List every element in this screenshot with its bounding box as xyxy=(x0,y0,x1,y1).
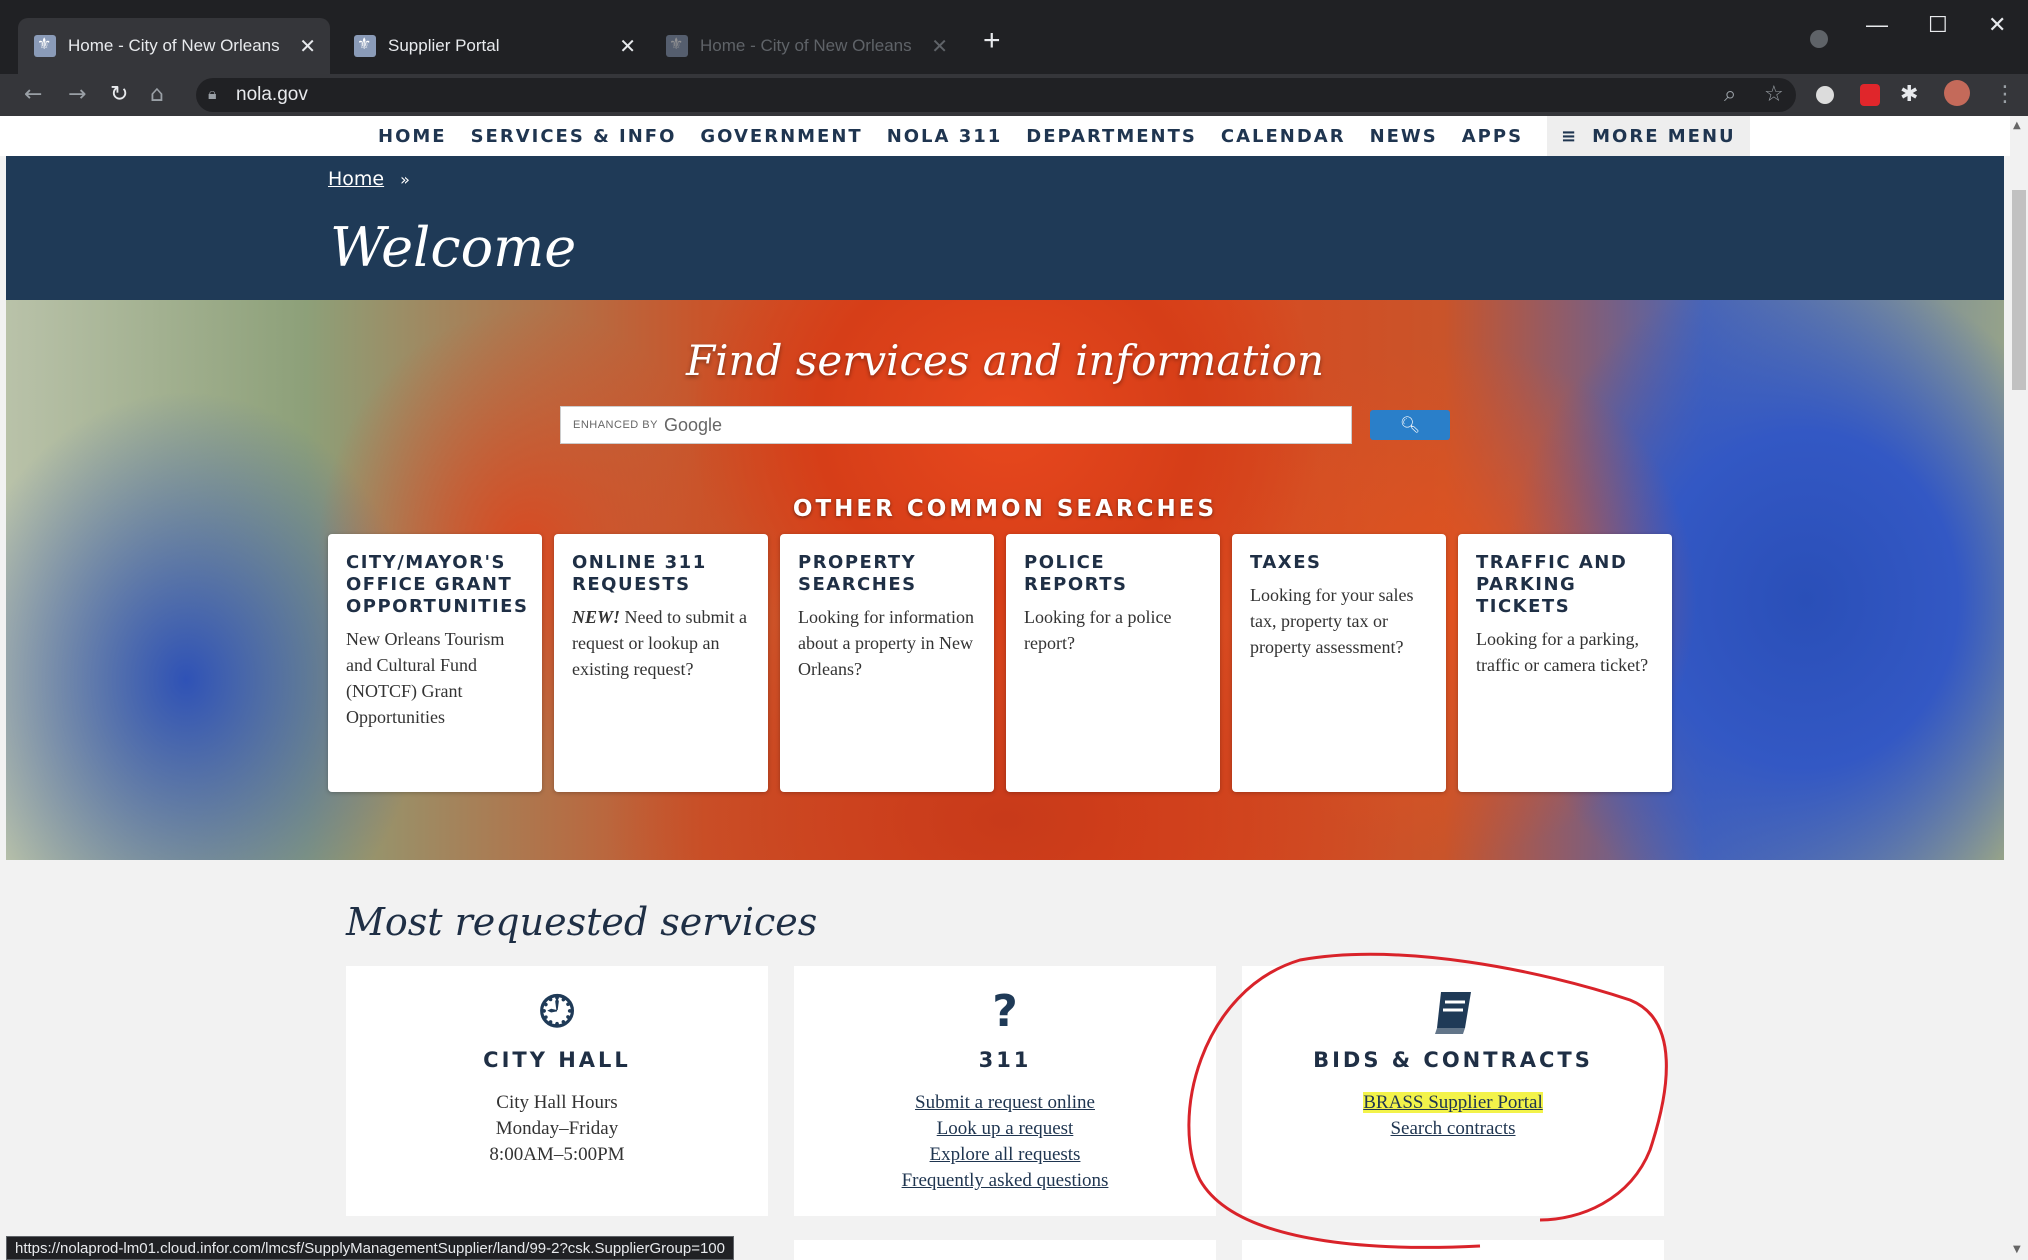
nav-departments[interactable]: DEPARTMENTS xyxy=(1026,126,1197,147)
nola-favicon-icon xyxy=(666,34,688,57)
tab-supplier-portal[interactable]: Supplier Portal ✕ xyxy=(338,18,650,74)
acrobat-extension-icon[interactable] xyxy=(1860,84,1880,106)
more-menu-button[interactable]: ≡ MORE MENU xyxy=(1547,116,1750,156)
status-url: https://nolaprod-lm01.cloud.infor.com/lm… xyxy=(6,1236,734,1260)
tab-home[interactable]: Home - City of New Orleans ✕ xyxy=(18,18,330,74)
nola-favicon-icon xyxy=(34,34,56,57)
minimize-icon[interactable]: — xyxy=(1866,12,1888,38)
card-taxes[interactable]: TAXES Looking for your sales tax, proper… xyxy=(1232,534,1446,792)
card-online-311[interactable]: ONLINE 311 REQUESTS NEW! Need to submit … xyxy=(554,534,768,792)
scroll-down-icon[interactable]: ▼ xyxy=(2013,1244,2021,1255)
avatar[interactable] xyxy=(1944,80,1970,106)
card-text: Looking for a police report? xyxy=(1024,607,1172,653)
window-close-icon[interactable]: ✕ xyxy=(1988,12,2006,38)
nola-favicon-icon xyxy=(354,34,376,57)
tab-title: Supplier Portal xyxy=(388,36,500,55)
card-text: Looking for information about a property… xyxy=(798,607,974,679)
annotation-circle xyxy=(1187,952,1668,1249)
back-icon[interactable]: ← xyxy=(24,82,42,107)
tab-title: Home - City of New Orleans xyxy=(68,36,280,55)
service-line: 8:00AM–5:00PM xyxy=(489,1144,625,1165)
nav-government[interactable]: GOVERNMENT xyxy=(700,126,862,147)
card-title: PROPERTY SEARCHES xyxy=(798,552,917,595)
breadcrumb-home-link[interactable]: Home xyxy=(328,168,384,190)
hamburger-icon: ≡ xyxy=(1561,125,1579,147)
tab-home-2[interactable]: Home - City of New Orleans ✕ xyxy=(650,18,962,74)
service-card-city-hall: 🕘︎ CITY HALL City Hall Hours Monday–Frid… xyxy=(346,966,768,1216)
search-button[interactable]: 🔍︎ xyxy=(1370,410,1450,440)
page-title: Welcome xyxy=(330,216,577,279)
page-header xyxy=(6,156,2004,300)
site-nav: HOME SERVICES & INFO GOVERNMENT NOLA 311… xyxy=(0,116,2010,156)
service-card-311: ? 311 Submit a request online Look up a … xyxy=(794,966,1216,1216)
extension-circle-icon[interactable] xyxy=(1816,86,1834,104)
omnibox[interactable] xyxy=(196,78,1796,112)
scroll-up-icon[interactable]: ▲ xyxy=(2013,120,2021,131)
card-property-searches[interactable]: PROPERTY SEARCHES Looking for informatio… xyxy=(780,534,994,792)
card-traffic-tickets[interactable]: TRAFFIC AND PARKING TICKETS Looking for … xyxy=(1458,534,1672,792)
card-title: TAXES xyxy=(1250,552,1322,573)
nav-nola311[interactable]: NOLA 311 xyxy=(887,126,1003,147)
most-requested-title: Most requested services xyxy=(346,900,818,944)
hero-title: Find services and information xyxy=(685,336,1325,385)
breadcrumb-separator: » xyxy=(400,170,410,189)
close-icon[interactable]: ✕ xyxy=(299,34,316,59)
card-title: POLICE REPORTS xyxy=(1024,552,1128,595)
service-title: CITY HALL xyxy=(483,1048,631,1072)
card-title: ONLINE 311 REQUESTS xyxy=(572,552,707,595)
url-text[interactable]: nola.gov xyxy=(236,84,308,106)
new-badge: NEW! xyxy=(572,607,621,627)
submit-request-link[interactable]: Submit a request online xyxy=(794,1090,1216,1116)
nav-news[interactable]: NEWS xyxy=(1370,126,1438,147)
tab-title: Home - City of New Orleans xyxy=(700,36,912,55)
browser-tab-bar: Home - City of New Orleans ✕ Supplier Po… xyxy=(0,0,2028,74)
card-text: Looking for your sales tax, property tax… xyxy=(1250,585,1414,657)
service-line: Monday–Friday xyxy=(495,1118,619,1139)
reload-icon[interactable]: ↻ xyxy=(110,82,128,107)
explore-requests-link[interactable]: Explore all requests xyxy=(794,1142,1216,1168)
card-grant-opportunities[interactable]: CITY/MAYOR'S OFFICE GRANT OPPORTUNITIES … xyxy=(328,534,542,792)
card-title: TRAFFIC AND PARKING TICKETS xyxy=(1476,552,1628,617)
service-title: 311 xyxy=(978,1048,1032,1072)
browser-menu-icon[interactable]: ⋮ xyxy=(1994,82,2016,107)
nav-apps[interactable]: APPS xyxy=(1462,126,1523,147)
question-icon: ? xyxy=(992,986,1018,1037)
new-tab-icon[interactable]: + xyxy=(983,24,1001,58)
nav-home[interactable]: HOME xyxy=(378,126,447,147)
lock-icon: 🔒︎ xyxy=(208,84,217,103)
maximize-icon[interactable]: ☐ xyxy=(1928,12,1948,38)
home-icon[interactable]: ⌂ xyxy=(150,82,164,107)
card-title: CITY/MAYOR'S OFFICE GRANT OPPORTUNITIES xyxy=(346,552,529,617)
lookup-request-link[interactable]: Look up a request xyxy=(794,1116,1216,1142)
more-menu-label: MORE MENU xyxy=(1592,125,1736,147)
card-text: NEW! Need to submit a request or lookup … xyxy=(572,607,747,679)
other-searches-title: OTHER COMMON SEARCHES xyxy=(792,496,1218,522)
service-line: City Hall Hours xyxy=(496,1092,618,1113)
search-icon: 🔍︎ xyxy=(1399,415,1421,434)
search-brand-label: Google xyxy=(663,414,723,435)
card-police-reports[interactable]: POLICE REPORTS Looking for a police repo… xyxy=(1006,534,1220,792)
card-text: New Orleans Tourism and Cultural Fund (N… xyxy=(346,629,505,727)
nav-calendar[interactable]: CALENDAR xyxy=(1221,126,1346,147)
profile-dot-icon[interactable] xyxy=(1810,30,1828,48)
bookmark-star-icon[interactable]: ☆ xyxy=(1764,82,1784,107)
forward-icon[interactable]: → xyxy=(68,82,86,107)
breadcrumb: Home » xyxy=(328,168,410,190)
nav-services[interactable]: SERVICES & INFO xyxy=(471,126,677,147)
faq-link[interactable]: Frequently asked questions xyxy=(794,1168,1216,1194)
close-icon[interactable]: ✕ xyxy=(931,34,948,59)
close-icon[interactable]: ✕ xyxy=(619,34,636,59)
search-enhanced-label: ENHANCED BY xyxy=(573,419,658,431)
extensions-puzzle-icon[interactable]: ✱ xyxy=(1900,82,1918,107)
zoom-icon[interactable]: ⌕ xyxy=(1724,82,1736,107)
clock-icon: 🕘︎ xyxy=(539,986,575,1037)
search-input[interactable]: ENHANCED BY Google xyxy=(560,406,1352,444)
card-text: Looking for a parking, traffic or camera… xyxy=(1476,629,1649,675)
scrollbar-thumb[interactable] xyxy=(2012,190,2026,390)
service-card-partial xyxy=(794,1240,1216,1260)
